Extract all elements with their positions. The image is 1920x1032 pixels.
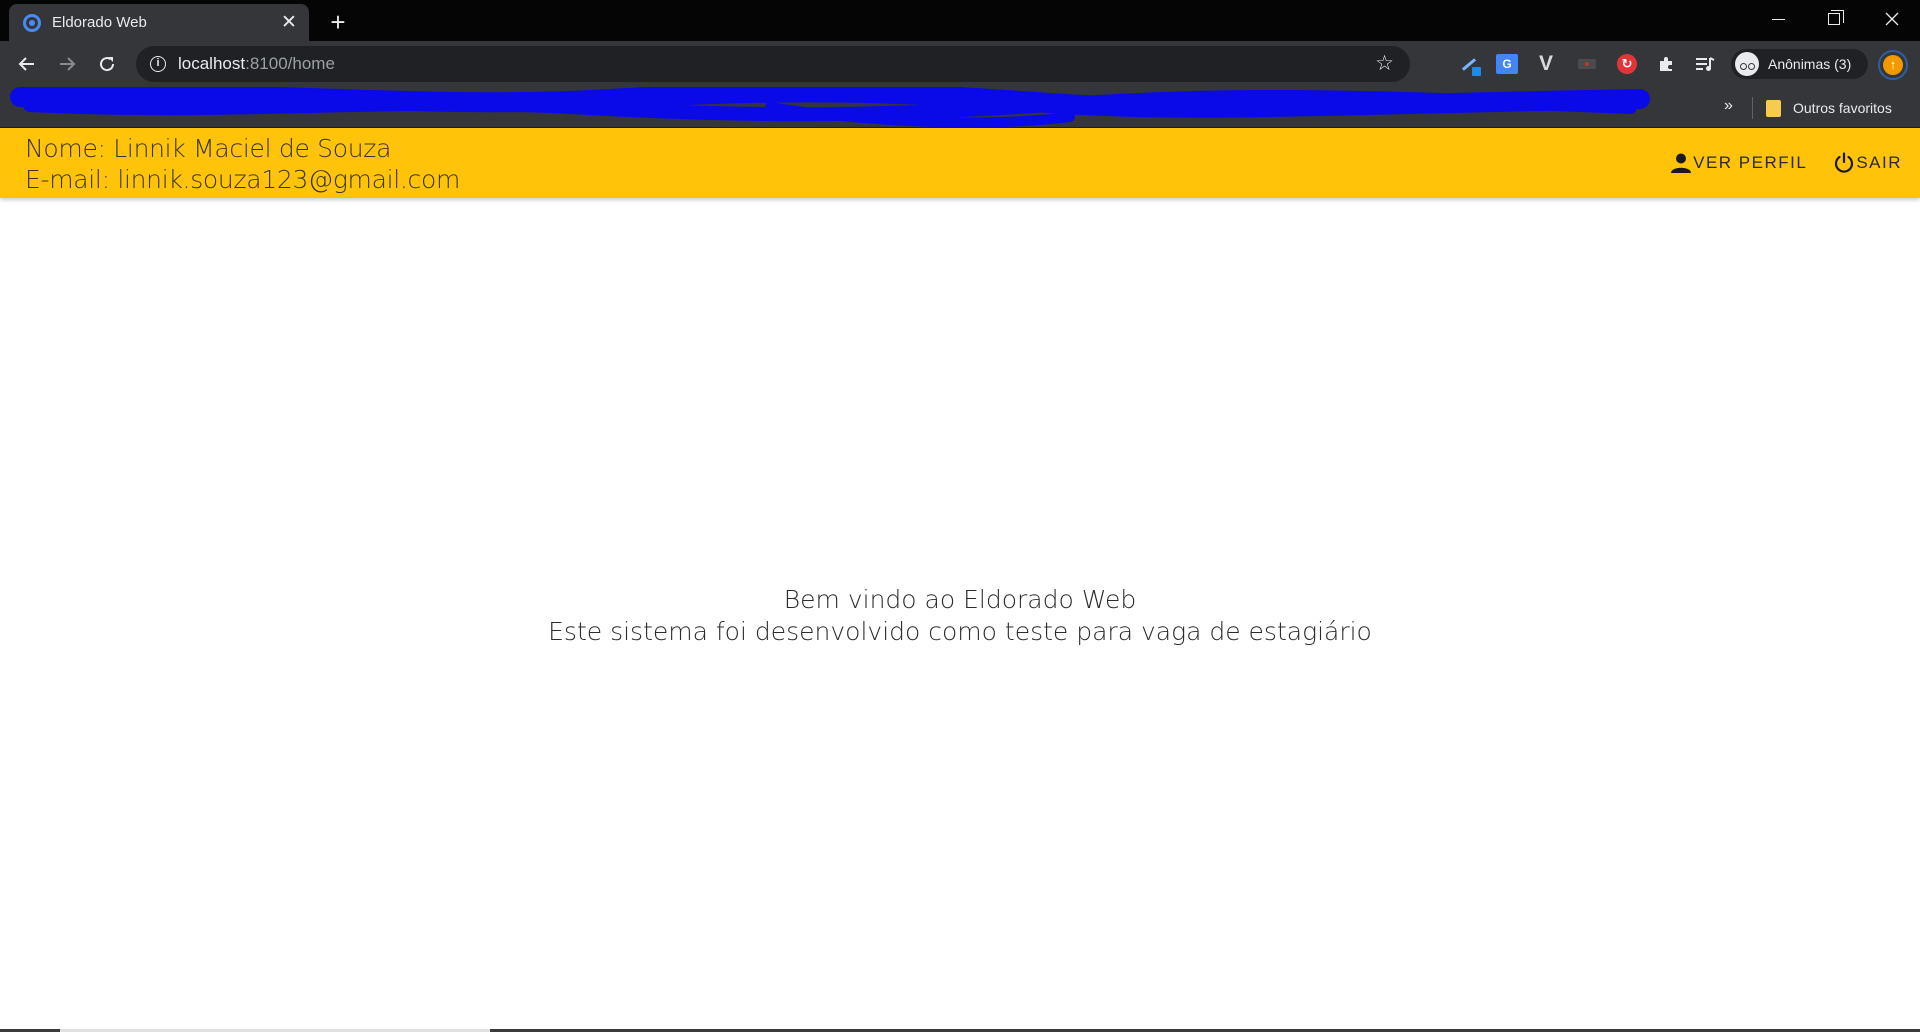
user-info: Nome: Linnik Maciel de Souza E-mail: lin… — [25, 133, 460, 195]
logout-button[interactable]: SAIR — [1833, 152, 1902, 174]
browser-tab[interactable]: Eldorado Web ✕ — [9, 4, 309, 41]
bookmarks-overflow-button[interactable]: » — [1724, 97, 1733, 115]
url-host: localhost — [178, 54, 246, 73]
reload-button[interactable] — [92, 49, 122, 79]
user-name: Nome: Linnik Maciel de Souza — [25, 134, 392, 163]
browser-tabstrip: Eldorado Web ✕ + — [0, 0, 1920, 41]
record-extension-icon[interactable] — [1573, 50, 1601, 78]
welcome-message: Bem vindo ao Eldorado Web Este sistema f… — [0, 584, 1920, 648]
close-icon — [1885, 12, 1899, 26]
forward-button[interactable] — [52, 49, 82, 79]
logout-label: SAIR — [1856, 153, 1902, 172]
close-tab-icon[interactable]: ✕ — [279, 12, 299, 33]
v-extension-icon[interactable]: V — [1532, 50, 1560, 78]
welcome-title: Bem vindo ao Eldorado Web — [783, 585, 1137, 614]
star-icon[interactable]: ☆ — [1375, 52, 1394, 76]
header-actions: VER PERFIL SAIR — [1644, 152, 1902, 174]
bookmarks-divider — [1752, 97, 1753, 119]
view-profile-label: VER PERFIL — [1693, 153, 1808, 172]
tab-title: Eldorado Web — [52, 14, 147, 31]
media-control-icon[interactable] — [1691, 50, 1719, 78]
other-bookmarks-label: Outros favoritos — [1793, 100, 1892, 116]
new-tab-button[interactable]: + — [324, 8, 352, 36]
view-profile-button[interactable]: VER PERFIL — [1670, 152, 1807, 174]
folder-icon — [1766, 99, 1781, 117]
app-header: Nome: Linnik Maciel de Souza E-mail: lin… — [0, 128, 1920, 198]
update-button[interactable]: ↑ — [1878, 50, 1908, 80]
minimize-button[interactable] — [1750, 0, 1806, 38]
puzzle-icon — [1660, 57, 1672, 71]
extensions-puzzle-icon[interactable] — [1652, 50, 1680, 78]
red-extension-icon[interactable]: ↻ — [1613, 50, 1641, 78]
url-path: :8100/home — [245, 54, 335, 73]
close-window-button[interactable] — [1864, 0, 1920, 38]
welcome-subtitle: Este sistema foi desenvolvido como teste… — [548, 617, 1372, 646]
person-icon — [1671, 153, 1692, 173]
bookmarks-bar: » Outros favoritos — [0, 87, 1920, 128]
other-bookmarks-folder[interactable]: Outros favoritos — [1766, 96, 1892, 120]
incognito-icon — [1735, 52, 1759, 76]
back-button[interactable] — [12, 49, 42, 79]
ionic-icon — [23, 13, 41, 32]
incognito-profile-button[interactable]: Anônimas (3) — [1731, 49, 1868, 79]
arrow-up-icon: ↑ — [1883, 55, 1903, 75]
profile-label: Anônimas (3) — [1768, 56, 1852, 72]
info-icon[interactable]: i — [150, 56, 166, 72]
pen-extension-icon[interactable] — [1455, 50, 1483, 78]
arrow-right-icon — [60, 57, 76, 71]
restore-button[interactable] — [1806, 0, 1862, 38]
power-icon — [1835, 152, 1854, 173]
redaction-scribble — [10, 87, 1650, 128]
user-email: E-mail: linnik.souza123@gmail.com — [25, 165, 461, 194]
reload-icon — [100, 57, 115, 72]
address-bar[interactable]: i localhost:8100/home ☆ — [136, 46, 1410, 82]
playlist-icon — [1696, 57, 1715, 71]
translate-extension-icon[interactable]: G — [1493, 50, 1521, 78]
browser-toolbar: i localhost:8100/home ☆ G V ↻ Anônimas (… — [0, 41, 1920, 87]
arrow-left-icon — [18, 57, 34, 71]
